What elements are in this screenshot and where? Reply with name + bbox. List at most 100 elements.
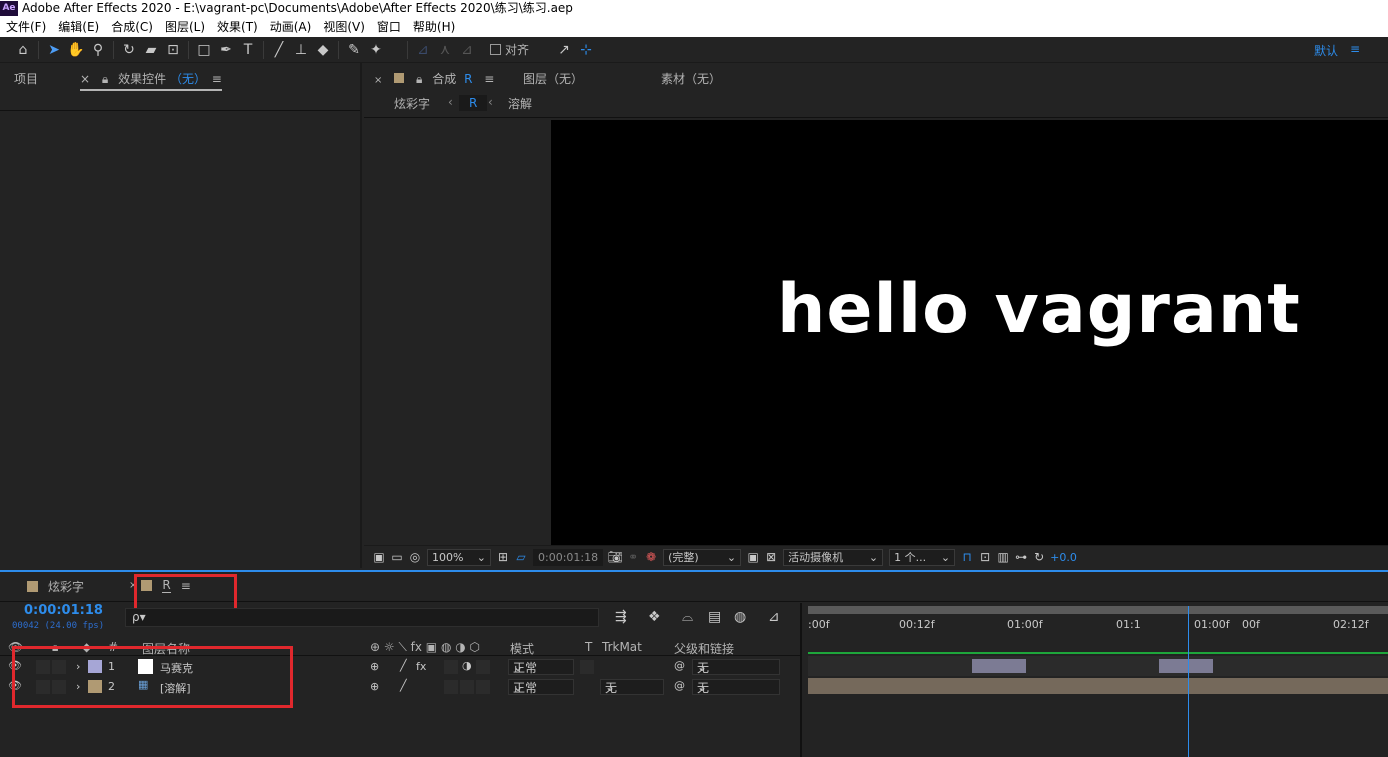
snapshot-camera-icon[interactable]: 📷︎ <box>606 550 624 564</box>
fast-preview-icon[interactable]: ▣ <box>744 550 762 564</box>
hand-tool-icon[interactable]: ✋ <box>65 39 87 61</box>
color-channels-icon[interactable]: ❁ <box>642 550 660 564</box>
view-axis-icon[interactable]: ⊿ <box>456 39 478 61</box>
pick-whip-icon[interactable]: @ <box>674 679 685 692</box>
adjustment-layer-icon[interactable]: ◑ <box>462 659 472 672</box>
composition-flowchart-icon[interactable]: ⇶ <box>615 609 627 625</box>
crumb-child[interactable]: 溶解 <box>508 95 532 112</box>
lock-icon[interactable]: 🔒︎ <box>102 72 108 86</box>
frame-blend-switch[interactable] <box>444 660 458 674</box>
pick-whip-icon[interactable]: @ <box>674 659 685 672</box>
snap-options-icon[interactable]: ↗ <box>553 39 575 61</box>
shy-switch-icon[interactable]: ⊕ <box>370 680 379 693</box>
vr-goggles-icon[interactable]: ◎ <box>406 550 424 564</box>
menu-layer[interactable]: 图层(L) <box>165 18 205 35</box>
layer-search-input[interactable]: ρ▾ <box>125 608 599 627</box>
tab-composition[interactable]: × 🔒︎ 合成 R ≡ <box>374 70 494 87</box>
snap-checkbox[interactable] <box>490 44 501 55</box>
zoom-dropdown[interactable]: 100% ⌄ <box>427 548 491 566</box>
adjustment-layer-switch[interactable] <box>460 680 474 694</box>
type-tool-icon[interactable]: T <box>237 39 259 61</box>
parent-dropdown[interactable]: 无 ⌄ <box>692 679 780 695</box>
layer-1-duration-bar[interactable] <box>972 659 1026 673</box>
eraser-tool-icon[interactable]: ◆ <box>312 39 334 61</box>
quality-switch-icon[interactable]: ╱ <box>400 679 407 692</box>
hide-shy-layers-icon[interactable]: ⌓ <box>682 609 693 625</box>
snap-toggle[interactable]: 对齐 <box>490 41 529 58</box>
fx-switch-icon[interactable]: fx <box>416 660 426 673</box>
home-icon[interactable]: ⌂ <box>12 39 34 61</box>
composition-viewer[interactable]: hello vagrant <box>551 120 1388 545</box>
blend-mode-dropdown[interactable]: 正常 ⌄ <box>508 659 574 675</box>
workspace-menu-icon[interactable]: ≡ <box>1350 42 1360 56</box>
rectangle-tool-icon[interactable]: □ <box>193 39 215 61</box>
menu-edit[interactable]: 编辑(E) <box>58 18 99 35</box>
reset-exposure-icon[interactable]: ↻ <box>1030 550 1048 564</box>
axis-mode-icon[interactable]: ⊿ <box>412 39 434 61</box>
track-matte-dropdown[interactable]: 无 ⌄ <box>600 679 664 695</box>
graph-editor-icon[interactable]: ⊿ <box>768 609 780 625</box>
blend-mode-dropdown[interactable]: 正常 ⌄ <box>508 679 574 695</box>
draft-3d-icon[interactable]: ❖ <box>648 609 661 625</box>
motion-blur-icon[interactable]: ◍ <box>734 609 746 625</box>
frame-blending-icon[interactable]: ▤ <box>708 609 721 625</box>
workspace-default[interactable]: 默认 <box>1314 42 1338 59</box>
camera-tool-icon[interactable]: ▰ <box>140 39 162 61</box>
timeline-current-time[interactable]: 0:00:01:18 <box>24 603 103 618</box>
timeline-divider[interactable] <box>800 603 802 757</box>
show-snapshot-icon[interactable]: ⚭ <box>624 550 642 564</box>
roto-brush-tool-icon[interactable]: ✎ <box>343 39 365 61</box>
world-axis-icon[interactable]: ⋏ <box>434 39 456 61</box>
menu-help[interactable]: 帮助(H) <box>413 18 455 35</box>
tab-project[interactable]: 项目 <box>14 70 38 87</box>
region-of-interest-icon[interactable]: ▱ <box>512 550 530 564</box>
panel-menu-icon[interactable]: ≡ <box>484 72 494 86</box>
menu-effect[interactable]: 效果(T) <box>217 18 258 35</box>
pan-behind-tool-icon[interactable]: ⊡ <box>162 39 184 61</box>
shy-switch-icon[interactable]: ⊕ <box>370 660 379 673</box>
quality-switch-icon[interactable]: ╱ <box>400 659 407 672</box>
pen-tool-icon[interactable]: ✒ <box>215 39 237 61</box>
parent-dropdown[interactable]: 无 ⌄ <box>692 659 780 675</box>
selection-tool-icon[interactable]: ➤ <box>43 39 65 61</box>
tab-footage[interactable]: 素材（无） <box>661 70 721 87</box>
layer-track-1[interactable] <box>808 656 1388 676</box>
playhead-indicator[interactable] <box>1188 606 1189 757</box>
exposure-value[interactable]: +0.0 <box>1050 551 1077 564</box>
3d-layer-switch[interactable] <box>476 660 490 674</box>
snap-features-icon[interactable]: ⊹ <box>575 39 597 61</box>
crumb-current[interactable]: R <box>459 95 488 111</box>
camera-view-dropdown[interactable]: 活动摄像机 ⌄ <box>783 548 884 566</box>
close-icon[interactable]: × <box>374 75 382 86</box>
3d-layer-switch[interactable] <box>476 680 490 694</box>
transparency-grid-icon[interactable]: ⊠ <box>762 550 780 564</box>
views-layout-dropdown[interactable]: 1 个... ⌄ <box>889 548 956 566</box>
menu-animation[interactable]: 动画(A) <box>270 18 312 35</box>
monitor-icon[interactable]: ▭ <box>388 550 406 564</box>
menu-file[interactable]: 文件(F) <box>6 18 46 35</box>
crumb-parent[interactable]: 炫彩字 <box>394 95 430 112</box>
brush-tool-icon[interactable]: ╱ <box>268 39 290 61</box>
layer-2-duration-bar[interactable] <box>808 678 1388 694</box>
timeline-icon[interactable]: ▥ <box>994 550 1012 564</box>
viewer-timecode[interactable]: 0:00:01:18 <box>533 548 604 566</box>
frame-blend-switch[interactable] <box>444 680 458 694</box>
lock-icon[interactable]: 🔒︎ <box>416 72 422 86</box>
tab-layer[interactable]: 图层（无） <box>523 70 583 87</box>
tab-effect-controls[interactable]: × 🔒︎ 效果控件 （无） ≡ <box>80 70 222 91</box>
puppet-pin-tool-icon[interactable]: ✦ <box>365 39 387 61</box>
fast-draft-icon[interactable]: ⊡ <box>976 550 994 564</box>
resolution-dropdown[interactable]: (完整) ⌄ <box>663 548 742 566</box>
menu-window[interactable]: 窗口 <box>377 18 401 35</box>
close-icon[interactable]: × <box>80 72 90 86</box>
rotate-tool-icon[interactable]: ↻ <box>118 39 140 61</box>
preserve-transparency-toggle[interactable] <box>580 660 594 674</box>
timeline-tab-xuancaizi[interactable]: 炫彩字 <box>27 578 84 595</box>
layer-1-duration-bar[interactable] <box>1159 659 1213 673</box>
clone-stamp-tool-icon[interactable]: ⊥ <box>290 39 312 61</box>
safe-margins-icon[interactable]: ⊞ <box>494 550 512 564</box>
panel-menu-icon[interactable]: ≡ <box>212 72 222 86</box>
zoom-tool-icon[interactable]: ⚲ <box>87 39 109 61</box>
flowchart-icon[interactable]: ⊶ <box>1012 550 1030 564</box>
always-preview-icon[interactable]: ▣ <box>370 550 388 564</box>
